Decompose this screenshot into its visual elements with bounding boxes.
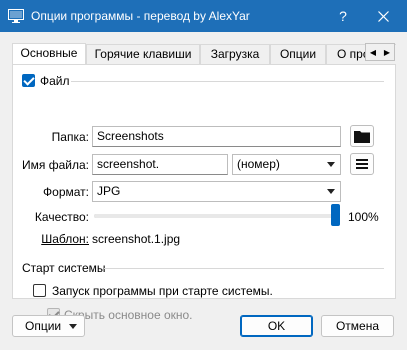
format-label: Формат:: [43, 185, 89, 199]
close-button[interactable]: [364, 0, 402, 32]
quality-slider-track[interactable]: [94, 214, 340, 218]
chevron-down-icon: [327, 162, 335, 167]
chevron-down-icon: [69, 324, 77, 329]
startup-group-title: Старт системы: [22, 261, 106, 275]
help-button[interactable]: ?: [324, 0, 362, 32]
hamburger-menu-icon: [356, 159, 368, 169]
template-preview: screenshot.1.jpg: [92, 232, 181, 246]
tab-strip: Основные Горячие клавиши Загрузка Опции …: [12, 43, 396, 65]
launch-at-startup-checkbox[interactable]: [33, 284, 46, 297]
file-group-divider: [71, 81, 384, 82]
quality-slider-fill: [94, 214, 340, 218]
tab-general[interactable]: Основные: [12, 43, 86, 65]
app-monitor-icon: [8, 9, 24, 23]
file-checkbox[interactable]: [22, 74, 35, 87]
format-select[interactable]: JPG: [92, 181, 341, 202]
folder-label: Папка:: [51, 130, 89, 144]
window-title: Опции программы - перевод by AlexYar: [31, 9, 250, 23]
filename-input[interactable]: screenshot.: [92, 154, 228, 175]
scroll-left-icon[interactable]: ◀: [366, 44, 380, 60]
tab-options[interactable]: Опции: [270, 44, 326, 65]
general-tab-panel: Файл Папка: Screenshots Имя файла: scree…: [12, 64, 396, 322]
close-icon: [377, 10, 389, 22]
title-bar: Опции программы - перевод by AlexYar ?: [0, 0, 407, 32]
filename-menu-button[interactable]: [350, 153, 374, 175]
scroll-right-icon[interactable]: ▶: [380, 44, 394, 60]
quality-label: Качество:: [34, 210, 89, 224]
tab-scroll-buttons: ◀ ▶: [365, 43, 395, 61]
options-dialog: Основные Горячие клавиши Загрузка Опции …: [0, 32, 407, 350]
folder-input[interactable]: Screenshots: [92, 126, 341, 147]
folder-icon: [354, 130, 370, 143]
cancel-button[interactable]: Отмена: [321, 315, 394, 337]
filename-label: Имя файла:: [22, 158, 89, 172]
options-menu-button[interactable]: Опции: [12, 315, 85, 337]
launch-at-startup-label: Запуск программы при старте системы.: [52, 284, 273, 298]
template-link[interactable]: Шаблон:: [23, 232, 89, 246]
quality-slider-thumb[interactable]: [331, 204, 340, 226]
browse-folder-button[interactable]: [350, 125, 374, 147]
help-icon: ?: [339, 8, 347, 24]
file-checkbox-label: Файл: [40, 74, 70, 88]
filename-suffix-select[interactable]: (номер): [232, 154, 341, 175]
tab-hotkeys[interactable]: Горячие клавиши: [86, 44, 200, 65]
tab-upload[interactable]: Загрузка: [200, 44, 270, 65]
chevron-down-icon: [327, 189, 335, 194]
ok-button[interactable]: OK: [240, 315, 313, 337]
startup-group-divider: [104, 268, 384, 269]
quality-value: 100%: [348, 210, 379, 224]
